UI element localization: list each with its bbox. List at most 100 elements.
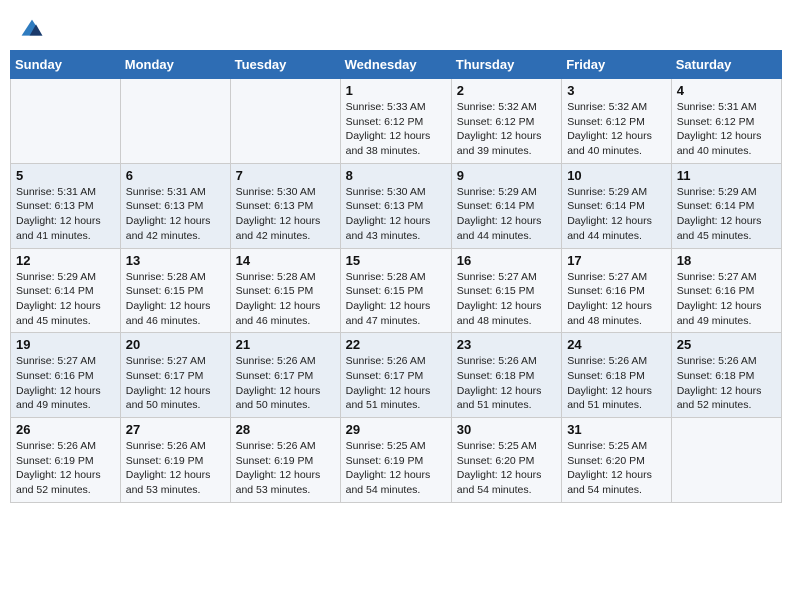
day-info: Sunrise: 5:31 AMSunset: 6:12 PMDaylight:… xyxy=(677,100,776,159)
header-monday: Monday xyxy=(120,51,230,79)
day-number: 15 xyxy=(346,253,446,268)
day-number: 30 xyxy=(457,422,556,437)
day-number: 3 xyxy=(567,83,666,98)
calendar-table: SundayMondayTuesdayWednesdayThursdayFrid… xyxy=(10,50,782,503)
day-info: Sunrise: 5:27 AMSunset: 6:16 PMDaylight:… xyxy=(16,354,115,413)
calendar-cell: 17 Sunrise: 5:27 AMSunset: 6:16 PMDayligh… xyxy=(562,248,672,333)
day-info: Sunrise: 5:31 AMSunset: 6:13 PMDaylight:… xyxy=(16,185,115,244)
day-number: 2 xyxy=(457,83,556,98)
calendar-cell: 30 Sunrise: 5:25 AMSunset: 6:20 PMDayligh… xyxy=(451,418,561,503)
day-info: Sunrise: 5:32 AMSunset: 6:12 PMDaylight:… xyxy=(457,100,556,159)
calendar-cell: 26 Sunrise: 5:26 AMSunset: 6:19 PMDayligh… xyxy=(11,418,121,503)
calendar-week-3: 12 Sunrise: 5:29 AMSunset: 6:14 PMDayligh… xyxy=(11,248,782,333)
calendar-cell: 3 Sunrise: 5:32 AMSunset: 6:12 PMDaylight… xyxy=(562,79,672,164)
header-wednesday: Wednesday xyxy=(340,51,451,79)
calendar-cell: 15 Sunrise: 5:28 AMSunset: 6:15 PMDayligh… xyxy=(340,248,451,333)
day-number: 4 xyxy=(677,83,776,98)
day-number: 24 xyxy=(567,337,666,352)
calendar-cell: 13 Sunrise: 5:28 AMSunset: 6:15 PMDayligh… xyxy=(120,248,230,333)
day-number: 11 xyxy=(677,168,776,183)
calendar-cell xyxy=(230,79,340,164)
calendar-cell: 1Sunrise: 5:33 AMSunset: 6:12 PMDaylight… xyxy=(340,79,451,164)
day-number: 19 xyxy=(16,337,115,352)
day-number: 20 xyxy=(126,337,225,352)
calendar-week-1: 1Sunrise: 5:33 AMSunset: 6:12 PMDaylight… xyxy=(11,79,782,164)
calendar-week-2: 5Sunrise: 5:31 AMSunset: 6:13 PMDaylight… xyxy=(11,163,782,248)
calendar-cell: 22Sunrise: 5:26 AMSunset: 6:17 PMDayligh… xyxy=(340,333,451,418)
calendar-cell: 29 Sunrise: 5:25 AMSunset: 6:19 PMDayligh… xyxy=(340,418,451,503)
calendar-cell: 31 Sunrise: 5:25 AMSunset: 6:20 PMDayligh… xyxy=(562,418,672,503)
calendar-cell: 19 Sunrise: 5:27 AMSunset: 6:16 PMDayligh… xyxy=(11,333,121,418)
calendar-cell: 27 Sunrise: 5:26 AMSunset: 6:19 PMDayligh… xyxy=(120,418,230,503)
logo-icon xyxy=(20,18,44,42)
day-info: Sunrise: 5:28 AMSunset: 6:15 PMDaylight:… xyxy=(346,270,446,329)
day-number: 27 xyxy=(126,422,225,437)
day-info: Sunrise: 5:28 AMSunset: 6:15 PMDaylight:… xyxy=(126,270,225,329)
day-info: Sunrise: 5:29 AMSunset: 6:14 PMDaylight:… xyxy=(567,185,666,244)
calendar-cell: 18 Sunrise: 5:27 AMSunset: 6:16 PMDayligh… xyxy=(671,248,781,333)
day-number: 25 xyxy=(677,337,776,352)
calendar-cell: 8 Sunrise: 5:30 AMSunset: 6:13 PMDaylight… xyxy=(340,163,451,248)
calendar-cell: 7 Sunrise: 5:30 AMSunset: 6:13 PMDaylight… xyxy=(230,163,340,248)
day-number: 18 xyxy=(677,253,776,268)
day-number: 7 xyxy=(236,168,335,183)
calendar-cell xyxy=(11,79,121,164)
header-thursday: Thursday xyxy=(451,51,561,79)
calendar-cell: 28Sunrise: 5:26 AMSunset: 6:19 PMDayligh… xyxy=(230,418,340,503)
calendar-cell: 9Sunrise: 5:29 AMSunset: 6:14 PMDaylight… xyxy=(451,163,561,248)
calendar-cell: 16Sunrise: 5:27 AMSunset: 6:15 PMDayligh… xyxy=(451,248,561,333)
day-number: 29 xyxy=(346,422,446,437)
page-header xyxy=(10,10,782,42)
day-info: Sunrise: 5:25 AMSunset: 6:19 PMDaylight:… xyxy=(346,439,446,498)
calendar-cell: 20 Sunrise: 5:27 AMSunset: 6:17 PMDayligh… xyxy=(120,333,230,418)
day-number: 12 xyxy=(16,253,115,268)
day-number: 6 xyxy=(126,168,225,183)
day-info: Sunrise: 5:27 AMSunset: 6:16 PMDaylight:… xyxy=(567,270,666,329)
day-number: 10 xyxy=(567,168,666,183)
day-number: 8 xyxy=(346,168,446,183)
header-friday: Friday xyxy=(562,51,672,79)
day-info: Sunrise: 5:26 AMSunset: 6:18 PMDaylight:… xyxy=(677,354,776,413)
day-number: 17 xyxy=(567,253,666,268)
calendar-cell: 4 Sunrise: 5:31 AMSunset: 6:12 PMDaylight… xyxy=(671,79,781,164)
calendar-cell xyxy=(120,79,230,164)
day-number: 9 xyxy=(457,168,556,183)
day-info: Sunrise: 5:26 AMSunset: 6:17 PMDaylight:… xyxy=(346,354,446,413)
header-saturday: Saturday xyxy=(671,51,781,79)
day-info: Sunrise: 5:26 AMSunset: 6:19 PMDaylight:… xyxy=(126,439,225,498)
day-info: Sunrise: 5:25 AMSunset: 6:20 PMDaylight:… xyxy=(457,439,556,498)
calendar-cell: 25 Sunrise: 5:26 AMSunset: 6:18 PMDayligh… xyxy=(671,333,781,418)
calendar-cell: 5Sunrise: 5:31 AMSunset: 6:13 PMDaylight… xyxy=(11,163,121,248)
day-info: Sunrise: 5:30 AMSunset: 6:13 PMDaylight:… xyxy=(236,185,335,244)
calendar-cell: 23 Sunrise: 5:26 AMSunset: 6:18 PMDayligh… xyxy=(451,333,561,418)
day-info: Sunrise: 5:26 AMSunset: 6:19 PMDaylight:… xyxy=(16,439,115,498)
day-info: Sunrise: 5:27 AMSunset: 6:17 PMDaylight:… xyxy=(126,354,225,413)
calendar-cell: 11 Sunrise: 5:29 AMSunset: 6:14 PMDayligh… xyxy=(671,163,781,248)
calendar-week-5: 26 Sunrise: 5:26 AMSunset: 6:19 PMDayligh… xyxy=(11,418,782,503)
day-number: 26 xyxy=(16,422,115,437)
day-number: 23 xyxy=(457,337,556,352)
day-number: 31 xyxy=(567,422,666,437)
day-info: Sunrise: 5:26 AMSunset: 6:18 PMDaylight:… xyxy=(567,354,666,413)
calendar-header-row: SundayMondayTuesdayWednesdayThursdayFrid… xyxy=(11,51,782,79)
day-number: 13 xyxy=(126,253,225,268)
day-info: Sunrise: 5:29 AMSunset: 6:14 PMDaylight:… xyxy=(677,185,776,244)
logo xyxy=(20,18,48,42)
calendar-cell: 14Sunrise: 5:28 AMSunset: 6:15 PMDayligh… xyxy=(230,248,340,333)
day-info: Sunrise: 5:27 AMSunset: 6:16 PMDaylight:… xyxy=(677,270,776,329)
header-sunday: Sunday xyxy=(11,51,121,79)
day-info: Sunrise: 5:25 AMSunset: 6:20 PMDaylight:… xyxy=(567,439,666,498)
calendar-week-4: 19 Sunrise: 5:27 AMSunset: 6:16 PMDayligh… xyxy=(11,333,782,418)
day-number: 16 xyxy=(457,253,556,268)
day-info: Sunrise: 5:26 AMSunset: 6:17 PMDaylight:… xyxy=(236,354,335,413)
day-number: 14 xyxy=(236,253,335,268)
day-info: Sunrise: 5:30 AMSunset: 6:13 PMDaylight:… xyxy=(346,185,446,244)
day-info: Sunrise: 5:32 AMSunset: 6:12 PMDaylight:… xyxy=(567,100,666,159)
calendar-cell: 24 Sunrise: 5:26 AMSunset: 6:18 PMDayligh… xyxy=(562,333,672,418)
day-info: Sunrise: 5:26 AMSunset: 6:18 PMDaylight:… xyxy=(457,354,556,413)
day-info: Sunrise: 5:29 AMSunset: 6:14 PMDaylight:… xyxy=(16,270,115,329)
calendar-cell: 10 Sunrise: 5:29 AMSunset: 6:14 PMDayligh… xyxy=(562,163,672,248)
calendar-cell: 2 Sunrise: 5:32 AMSunset: 6:12 PMDaylight… xyxy=(451,79,561,164)
calendar-cell: 6Sunrise: 5:31 AMSunset: 6:13 PMDaylight… xyxy=(120,163,230,248)
day-number: 28 xyxy=(236,422,335,437)
